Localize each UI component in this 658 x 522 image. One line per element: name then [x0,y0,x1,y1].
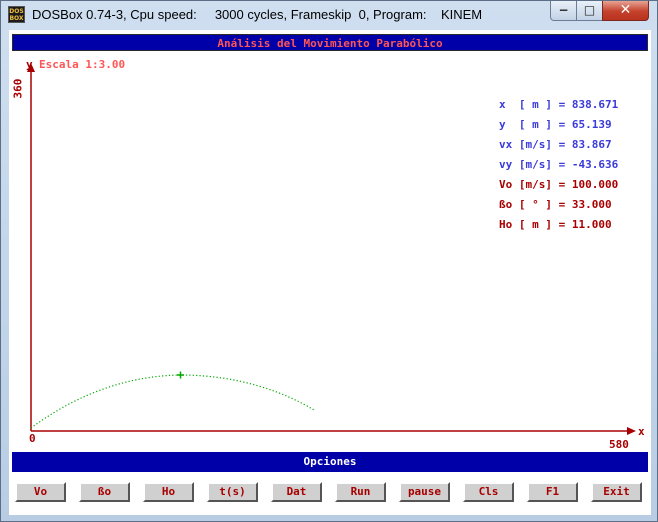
close-button[interactable]: ✕ [602,1,649,21]
maximize-button[interactable]: □ [576,1,603,21]
cls-button[interactable]: Cls [463,482,514,502]
time-button[interactable]: t(s) [207,482,258,502]
run-button[interactable]: Run [335,482,386,502]
options-bar: Opciones [12,452,648,472]
readout-beta: ßo [ ° ] = 33.000 [499,198,612,211]
window-title: DOSBox 0.74-3, Cpu speed: 3000 cycles, F… [32,7,483,22]
pause-button[interactable]: pause [399,482,450,502]
dat-button[interactable]: Dat [271,482,322,502]
scale-label: Escala 1:3.00 [39,58,126,71]
readout-y: y [ m ] = 65.139 [499,118,612,131]
y-max-label: 360 [11,78,25,99]
trajectory-plot [27,63,636,435]
x-max-label: 580 [609,438,629,451]
ho-button[interactable]: Ho [143,482,194,502]
minimize-button[interactable]: − [550,1,577,21]
beta-button[interactable]: ßo [79,482,130,502]
readout-vx: vx [m/s] = 83.867 [499,138,612,151]
maximize-icon: □ [583,3,596,17]
dos-screen: Análisis del Movimiento Parabólico y Esc… [9,30,651,515]
minimize-icon: − [558,3,569,17]
exit-button[interactable]: Exit [591,482,642,502]
x-axis-label: x [638,425,645,438]
readout-vy: vy [m/s] = -43.636 [499,158,619,171]
trajectory-curve [30,374,315,429]
x-axis-arrow-icon [627,427,636,435]
readout-vo: Vo [m/s] = 100.000 [499,178,619,191]
vo-button[interactable]: Vo [15,482,66,502]
dosbox-app-icon[interactable]: DOS BOX [8,6,25,23]
readout-x: x [ m ] = 838.671 [499,98,619,111]
y-axis-label: y [26,58,33,71]
origin-label: 0 [29,432,36,445]
readout-ho: Ho [ m ] = 11.000 [499,218,612,231]
dosbox-window: DOS BOX DOSBox 0.74-3, Cpu speed: 3000 c… [0,0,658,522]
title-bar[interactable]: DOS BOX DOSBox 0.74-3, Cpu speed: 3000 c… [1,1,657,29]
projectile-marker-icon [177,371,184,379]
close-icon: ✕ [619,2,632,18]
f1-button[interactable]: F1 [527,482,578,502]
